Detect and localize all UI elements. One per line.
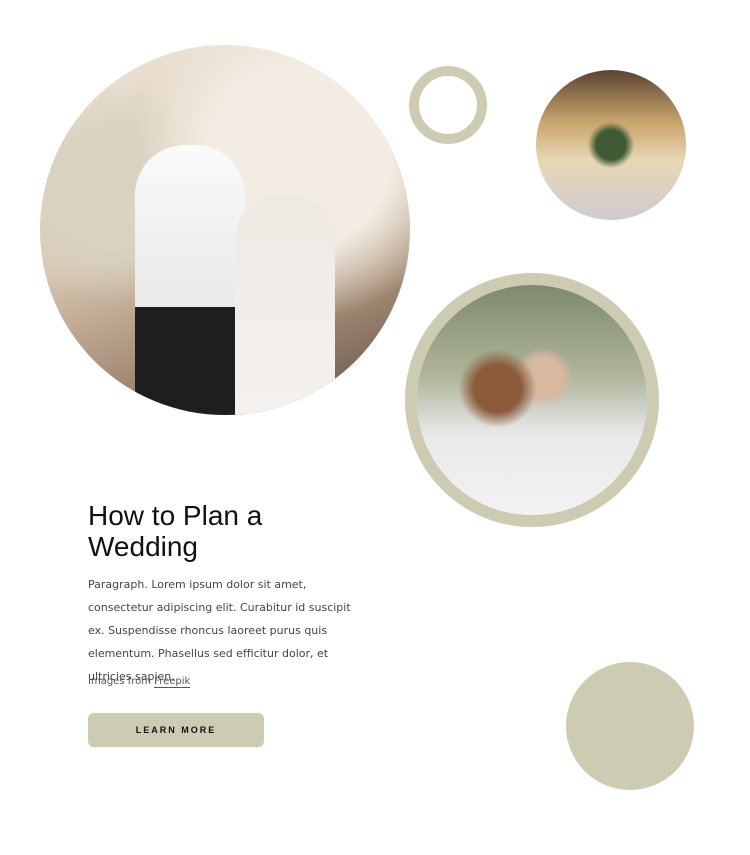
decorative-circle [566, 662, 694, 790]
freepik-link[interactable]: Freepik [154, 676, 191, 688]
body-paragraph: Paragraph. Lorem ipsum dolor sit amet, c… [88, 578, 351, 683]
reception-table-photo [536, 70, 686, 220]
image-credit: Images from Freepik [88, 676, 191, 688]
decorative-ring [409, 66, 487, 144]
couple-embrace-photo [40, 45, 410, 415]
page-title: How to Plan a Wedding [88, 500, 263, 562]
couple-smiling-photo [405, 273, 659, 527]
learn-more-button[interactable]: LEARN MORE [88, 713, 264, 747]
